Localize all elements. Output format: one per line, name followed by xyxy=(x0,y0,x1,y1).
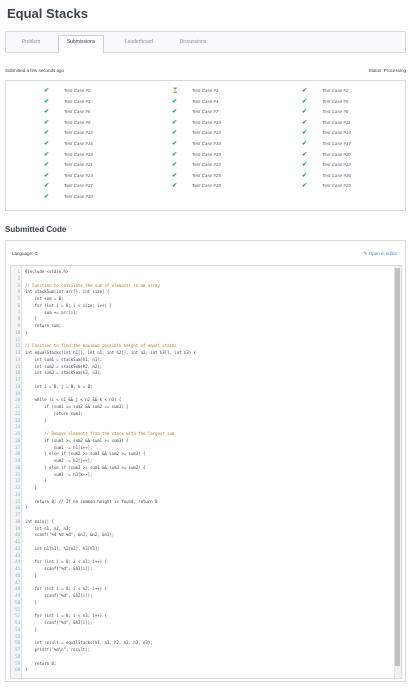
check-icon: ✔ xyxy=(302,141,308,147)
test-case-label: Test Case #29 xyxy=(322,183,351,189)
code-text: } xyxy=(25,667,28,673)
tab-discussions[interactable]: Discussions xyxy=(170,36,216,53)
check-icon: ✔ xyxy=(172,109,178,116)
check-icon: ✔ xyxy=(44,141,50,147)
check-icon: ✔ xyxy=(44,151,50,158)
test-case-label: Test Case #5 xyxy=(322,98,349,104)
check-icon: ✔ xyxy=(44,162,50,169)
test-case-label: Test Case #16 xyxy=(192,141,221,146)
test-case-label: Test Case #22 xyxy=(192,162,221,168)
test-case-label: Test Case #0 xyxy=(64,88,91,93)
test-case-label: Test Case #17 xyxy=(322,141,351,146)
test-case-label: Test Case #20 xyxy=(322,151,351,157)
page-title: Equal Stacks xyxy=(7,6,88,21)
test-case-label: Test Case #8 xyxy=(322,109,349,115)
check-icon: ✔ xyxy=(44,172,50,179)
test-case-label: Test Case #3 xyxy=(64,98,91,104)
check-icon: ✔ xyxy=(44,194,50,200)
edit-icon: ✎ xyxy=(363,251,368,257)
check-icon: ✔ xyxy=(44,98,50,105)
check-icon: ✔ xyxy=(44,119,50,126)
test-case-label: Test Case #28 xyxy=(192,183,221,189)
test-case-label: Test Case #30 xyxy=(64,194,93,199)
line-number: 60 xyxy=(15,667,20,673)
test-case-label: Test Case #13 xyxy=(192,130,221,136)
submitted-time: Submitted a few seconds ago xyxy=(5,68,65,73)
check-icon: ✔ xyxy=(302,183,308,190)
test-case-label: Test Case #11 xyxy=(322,119,351,125)
check-icon: ✔ xyxy=(172,141,178,147)
code-viewer[interactable]: 1 #include <stdio.h> 2 3// Function to calc… xyxy=(10,265,402,679)
check-icon: ✔ xyxy=(172,119,178,126)
test-case-label: Test Case #12 xyxy=(64,130,93,136)
check-icon: ✔ xyxy=(302,109,308,116)
tab-bar: Problem Submissions Leaderboard Discussi… xyxy=(5,31,406,53)
tab-problem[interactable]: Problem xyxy=(10,36,52,53)
test-case-label: Test Case #24 xyxy=(64,172,93,178)
check-icon: ✔ xyxy=(44,109,50,116)
check-icon: ✔ xyxy=(302,151,308,158)
test-case-label: Test Case #10 xyxy=(192,119,221,125)
test-case-label: Test Case #4 xyxy=(192,98,219,104)
check-icon: ✔ xyxy=(302,162,308,169)
check-icon: ✔ xyxy=(302,172,308,179)
open-in-editor-link[interactable]: ✎ Open in editor xyxy=(363,251,397,257)
tab-leaderboard[interactable]: Leaderboard xyxy=(114,36,164,53)
test-case-label: Test Case #7 xyxy=(192,109,219,115)
test-case-label: Test Case #21 xyxy=(64,162,93,168)
check-icon: ✔ xyxy=(44,183,50,190)
check-icon: ✔ xyxy=(302,88,308,94)
test-case-label: Test Case #18 xyxy=(64,151,93,157)
check-icon: ✔ xyxy=(172,183,178,190)
test-case-label: Test Case #26 xyxy=(322,172,351,178)
test-case-label: Test Case #19 xyxy=(192,151,221,157)
tab-submissions[interactable]: Submissions xyxy=(58,35,104,53)
code-panel: Language: C ✎ Open in editor 1 #include <… xyxy=(5,240,406,682)
check-icon: ✔ xyxy=(302,119,308,126)
test-case-label: Test Case #27 xyxy=(64,183,93,189)
submitted-code-title: Submitted Code xyxy=(5,225,67,234)
check-icon: ✔ xyxy=(172,98,178,105)
test-case-label: Test Case #6 xyxy=(64,109,91,115)
check-icon: ✔ xyxy=(44,130,50,137)
scrollbar[interactable] xyxy=(394,266,401,678)
test-case-label: Test Case #23 xyxy=(322,162,351,168)
test-case-label: Test Case #15 xyxy=(64,141,93,146)
status-text: Status: Processing xyxy=(368,68,406,73)
scrollbar-thumb[interactable] xyxy=(395,268,400,666)
test-case-label: Test Case #2 xyxy=(322,88,349,93)
test-case-label: Test Case #14 xyxy=(322,130,351,136)
check-icon: ✔ xyxy=(172,172,178,179)
check-icon: ✔ xyxy=(44,88,50,94)
check-icon: ✔ xyxy=(302,130,308,137)
test-case-results: ✔ Test Case #0 ⌛ Test Case #1 ✔ Test Case #2 ✔… xyxy=(5,80,406,211)
hourglass-icon: ⌛ xyxy=(172,88,179,94)
check-icon: ✔ xyxy=(172,130,178,137)
language-label: Language: C xyxy=(12,251,38,256)
test-case-label: Test Case #9 xyxy=(64,119,91,125)
check-icon: ✔ xyxy=(172,162,178,169)
open-in-editor-label: Open in editor xyxy=(368,251,397,256)
code-line: 60} xyxy=(11,666,391,674)
check-icon: ✔ xyxy=(302,98,308,105)
check-icon: ✔ xyxy=(172,151,178,158)
test-case-label: Test Case #25 xyxy=(192,172,221,178)
test-case-label: Test Case #1 xyxy=(192,88,219,93)
